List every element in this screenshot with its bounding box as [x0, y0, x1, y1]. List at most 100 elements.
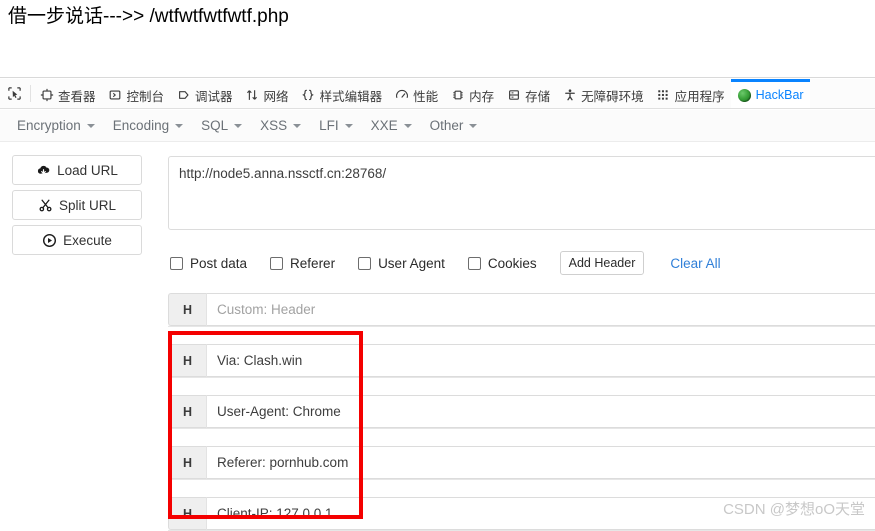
header-row[interactable]: H Custom: Header [168, 293, 875, 327]
tab-label: 网络 [263, 89, 289, 104]
header-row[interactable]: H User-Agent: Chrome [168, 395, 875, 429]
tab-label: 无障碍环境 [581, 89, 644, 104]
network-icon [245, 88, 260, 103]
tab-memory[interactable]: 内存 [444, 79, 500, 108]
menu-label: XSS [260, 118, 288, 133]
inspector-icon [39, 88, 54, 103]
performance-icon [394, 88, 409, 103]
button-label: Split URL [58, 197, 117, 213]
memory-icon [450, 88, 465, 103]
tab-accessibility[interactable]: 无障碍环境 [556, 79, 650, 108]
watermark: CSDN @梦想oO天堂 [723, 501, 865, 518]
tab-label: 查看器 [58, 89, 96, 104]
tab-label: HackBar [755, 88, 804, 102]
page-title: 借一步说话--->> /wtfwtfwtfwtf.php [8, 6, 289, 27]
chevron-down-icon [344, 123, 353, 128]
chevron-down-icon [175, 123, 184, 128]
debugger-icon [176, 88, 191, 103]
header-prefix-badge: H [168, 497, 206, 530]
scissors-icon [38, 198, 53, 213]
checkbox-icon [270, 256, 284, 270]
header-row[interactable]: H Referer: pornhub.com [168, 446, 875, 480]
hackbar-action-buttons: Load URL Split URL Execute [12, 155, 142, 260]
tab-debugger[interactable]: 调试器 [170, 79, 239, 108]
request-options-row: Post data Referer User Agent Cookies Add… [170, 250, 721, 276]
hackbar-icon [737, 88, 752, 103]
header-row[interactable]: H Via: Clash.win [168, 344, 875, 378]
tab-label: 内存 [469, 89, 495, 104]
tab-label: 样式编辑器 [319, 89, 383, 104]
cloud-download-icon [36, 163, 51, 178]
header-prefix-badge: H [168, 344, 206, 377]
menu-xss[interactable]: XSS [251, 114, 310, 137]
element-picker-glyph [7, 87, 21, 100]
execute-button[interactable]: Execute [12, 225, 142, 255]
application-icon [656, 88, 671, 103]
style-editor-icon [301, 88, 316, 103]
element-picker-icon[interactable] [0, 79, 28, 108]
tab-performance[interactable]: 性能 [388, 79, 444, 108]
tab-storage[interactable]: 存储 [500, 79, 556, 108]
add-header-button[interactable]: Add Header [559, 251, 645, 275]
chevron-down-icon [293, 123, 302, 128]
checkbox-icon [358, 256, 372, 270]
header-input[interactable]: Custom: Header [206, 293, 875, 326]
tab-style-editor[interactable]: 样式编辑器 [295, 79, 389, 108]
tab-network[interactable]: 网络 [239, 79, 295, 108]
header-input[interactable]: Referer: pornhub.com [206, 446, 875, 479]
tab-label: 存储 [525, 89, 551, 104]
checkbox-icon [467, 256, 481, 270]
checkbox-post-data[interactable]: Post data [170, 256, 247, 271]
tab-label: 性能 [413, 89, 439, 104]
header-prefix-badge: H [168, 293, 206, 326]
tab-label: 控制台 [126, 89, 165, 104]
menu-encoding[interactable]: Encoding [104, 114, 192, 137]
split-url-button[interactable]: Split URL [12, 190, 142, 220]
menu-label: Encoding [112, 118, 170, 133]
checkbox-icon [170, 256, 183, 270]
chevron-down-icon [86, 123, 95, 128]
storage-icon [506, 88, 521, 103]
menu-lfi[interactable]: LFI [310, 114, 362, 137]
menu-label: Other [429, 118, 464, 133]
tab-hackbar[interactable]: HackBar [730, 79, 810, 108]
web-page-content: 借一步说话--->> /wtfwtfwtfwtf.php [0, 0, 875, 78]
custom-header-list: H Custom: Header H Via: Clash.win H User… [168, 293, 875, 531]
url-input[interactable]: http://node5.anna.nssctf.cn:28768/ [168, 156, 875, 230]
checkbox-cookies[interactable]: Cookies [467, 255, 537, 271]
checkbox-user-agent[interactable]: User Agent [358, 256, 445, 271]
header-input[interactable]: Via: Clash.win [206, 344, 875, 377]
console-icon [108, 88, 123, 103]
devtools-toolbar: 查看器 控制台 调试器 网络 样式编辑器 性能 内存 存储 无障碍环境 应用程序… [0, 79, 875, 109]
checkbox-label: Referer [290, 255, 336, 271]
menu-label: Encryption [17, 118, 81, 133]
button-label: Load URL [57, 162, 118, 178]
menu-xxe[interactable]: XXE [362, 114, 421, 137]
play-circle-icon [42, 233, 57, 248]
menu-encryption[interactable]: Encryption [8, 114, 104, 137]
header-prefix-badge: H [168, 395, 206, 428]
menu-sql[interactable]: SQL [192, 114, 251, 137]
checkbox-label: Cookies [487, 255, 537, 271]
tab-application[interactable]: 应用程序 [650, 79, 731, 108]
load-url-button[interactable]: Load URL [12, 155, 142, 185]
accessibility-icon [562, 88, 577, 103]
chevron-down-icon [469, 123, 478, 128]
tab-label: 调试器 [195, 89, 233, 104]
hackbar-menubar: Encryption Encoding SQL XSS LFI XXE Othe… [0, 110, 875, 142]
checkbox-label: Post data [190, 255, 248, 271]
chevron-down-icon [234, 123, 243, 128]
checkbox-referer[interactable]: Referer [270, 256, 335, 271]
checkbox-label: User Agent [378, 255, 445, 271]
menu-label: SQL [201, 118, 229, 133]
menu-label: LFI [319, 118, 339, 133]
menu-other[interactable]: Other [421, 114, 487, 137]
button-label: Execute [63, 232, 112, 248]
header-prefix-badge: H [168, 446, 206, 479]
header-input[interactable]: User-Agent: Chrome [206, 395, 875, 428]
clear-all-link[interactable]: Clear All [670, 256, 720, 271]
chevron-down-icon [403, 123, 412, 128]
menu-label: XXE [370, 118, 398, 133]
tab-console[interactable]: 控制台 [102, 79, 171, 108]
tab-inspector[interactable]: 查看器 [33, 79, 102, 108]
